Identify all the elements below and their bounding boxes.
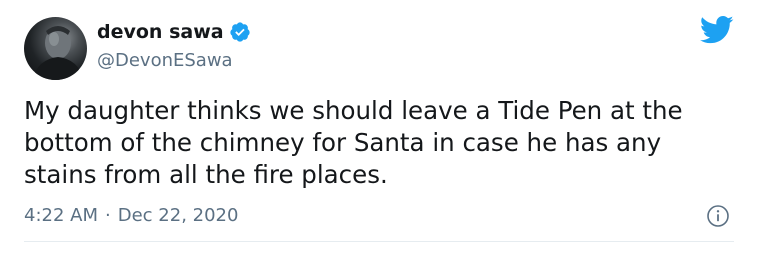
tweet-date[interactable]: Dec 22, 2020 — [118, 205, 239, 227]
avatar[interactable] — [24, 17, 87, 80]
author-name-row[interactable]: devon sawa — [97, 20, 251, 44]
author-display-name[interactable]: devon sawa — [97, 20, 224, 44]
info-icon[interactable] — [706, 204, 730, 228]
twitter-bird-icon[interactable] — [699, 15, 734, 45]
divider — [24, 241, 734, 242]
author-handle[interactable]: @DevonESawa — [97, 50, 233, 72]
meta-separator: · — [105, 205, 111, 226]
tweet-time[interactable]: 4:22 AM — [24, 205, 98, 227]
tweet-timestamp[interactable]: 4:22 AM · Dec 22, 2020 — [24, 205, 238, 227]
verified-badge-icon — [229, 21, 251, 43]
avatar-photo — [32, 26, 84, 80]
tweet-text: My daughter thinks we should leave a Tid… — [24, 96, 683, 189]
tweet-card: devon sawa @DevonESawa My daughter think… — [0, 0, 758, 255]
